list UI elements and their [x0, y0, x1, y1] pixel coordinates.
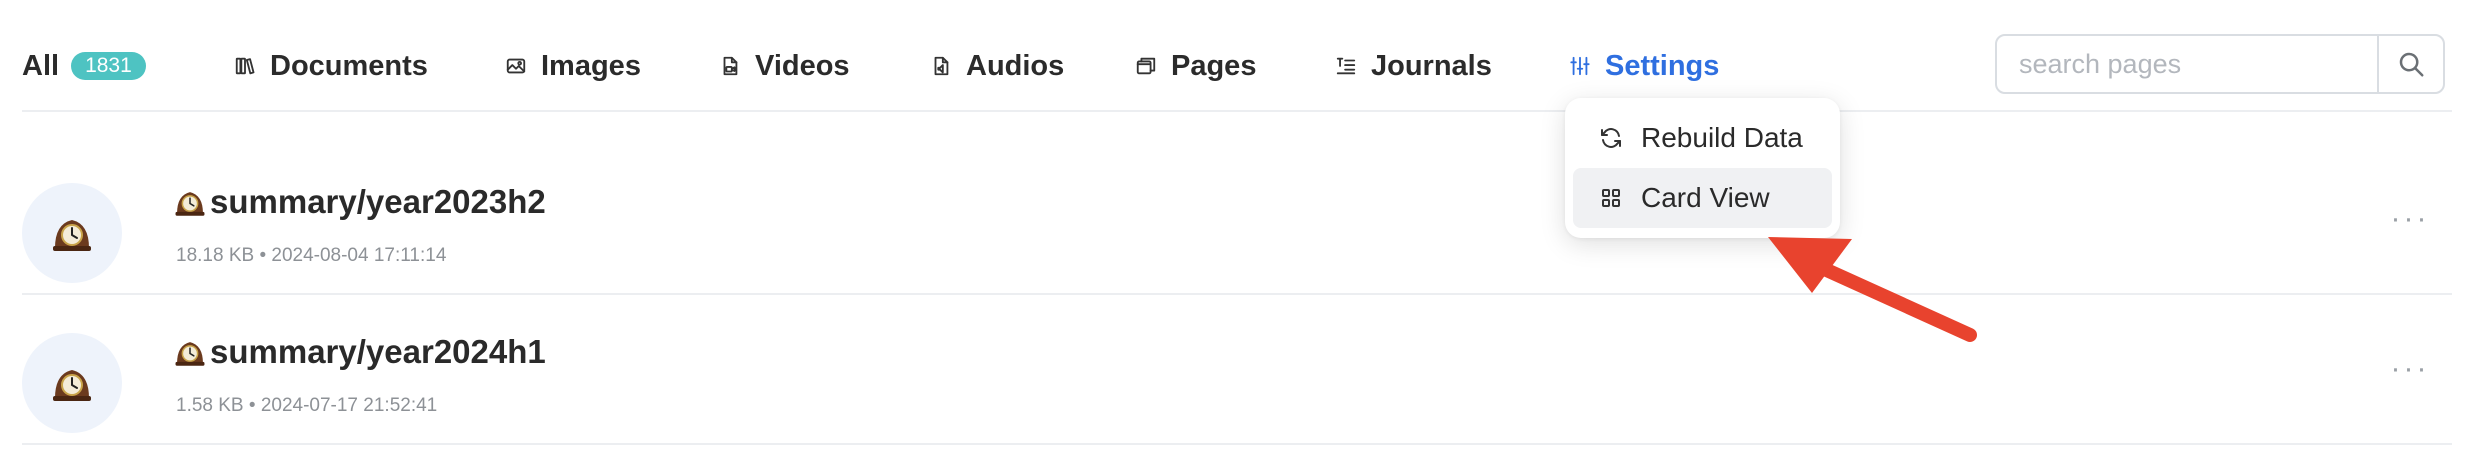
mantelpiece-clock-icon: [174, 337, 206, 367]
more-options-button[interactable]: ···: [2388, 351, 2432, 387]
video-file-icon: [719, 55, 741, 77]
mantelpiece-clock-icon: [51, 364, 93, 402]
row-title-text: summary/year2023h2: [210, 183, 546, 220]
pages-icon: [1135, 55, 1157, 77]
avatar: [22, 183, 122, 283]
avatar: [22, 333, 122, 433]
journal-icon: [1335, 55, 1357, 77]
tab-documents[interactable]: Documents: [234, 44, 428, 88]
refresh-icon: [1599, 126, 1623, 150]
tab-images-label: Images: [541, 49, 641, 82]
menu-item-label: Rebuild Data: [1641, 122, 1803, 153]
menu-item-card-view[interactable]: Card View: [1573, 168, 1832, 228]
count-badge: 1831: [71, 52, 146, 80]
more-icon: ···: [2390, 352, 2430, 385]
row-title[interactable]: summary/year2023h2: [174, 183, 546, 221]
menu-item-rebuild-data[interactable]: Rebuild Data: [1573, 108, 1832, 168]
annotation-arrow: [1768, 237, 1977, 342]
menu-item-label: Card View: [1641, 182, 1770, 213]
sliders-icon: [1569, 55, 1591, 77]
tab-pages[interactable]: Pages: [1135, 44, 1256, 88]
search-button[interactable]: [2377, 36, 2443, 92]
search-box: [1995, 34, 2445, 94]
list-item[interactable]: summary/year2023h2 18.18 KB • 2024-08-04…: [22, 145, 2452, 295]
tab-all[interactable]: All 1831: [22, 44, 146, 88]
tab-journals[interactable]: Journals: [1335, 44, 1492, 88]
tab-all-label: All: [22, 49, 60, 82]
grid-icon: [1599, 186, 1623, 210]
tab-images[interactable]: Images: [505, 44, 641, 88]
tab-videos[interactable]: Videos: [719, 44, 850, 88]
tab-videos-label: Videos: [755, 49, 850, 82]
tab-settings[interactable]: Settings: [1569, 44, 1719, 88]
tab-settings-label: Settings: [1605, 49, 1720, 82]
row-meta: 1.58 KB • 2024-07-17 21:52:41: [176, 395, 438, 416]
search-input[interactable]: [1997, 36, 2377, 92]
page-root: All 1831 Documents Images Videos Audios …: [0, 0, 2474, 462]
more-options-button[interactable]: ···: [2388, 201, 2432, 237]
more-icon: ···: [2390, 202, 2430, 235]
tab-documents-label: Documents: [270, 49, 428, 82]
settings-dropdown: Rebuild Data Card View: [1565, 98, 1840, 238]
row-title[interactable]: summary/year2024h1: [174, 333, 546, 371]
image-icon: [505, 55, 527, 77]
mantelpiece-clock-icon: [51, 214, 93, 252]
tab-audios[interactable]: Audios: [930, 44, 1064, 88]
mantelpiece-clock-icon: [174, 187, 206, 217]
books-icon: [234, 55, 256, 77]
tab-journals-label: Journals: [1371, 49, 1492, 82]
tab-pages-label: Pages: [1171, 49, 1257, 82]
tab-audios-label: Audios: [966, 49, 1065, 82]
row-meta: 18.18 KB • 2024-08-04 17:11:14: [176, 245, 447, 266]
list-item[interactable]: summary/year2024h1 1.58 KB • 2024-07-17 …: [22, 295, 2452, 445]
row-title-text: summary/year2024h1: [210, 333, 546, 370]
search-icon: [2396, 49, 2426, 79]
audio-file-icon: [930, 55, 952, 77]
